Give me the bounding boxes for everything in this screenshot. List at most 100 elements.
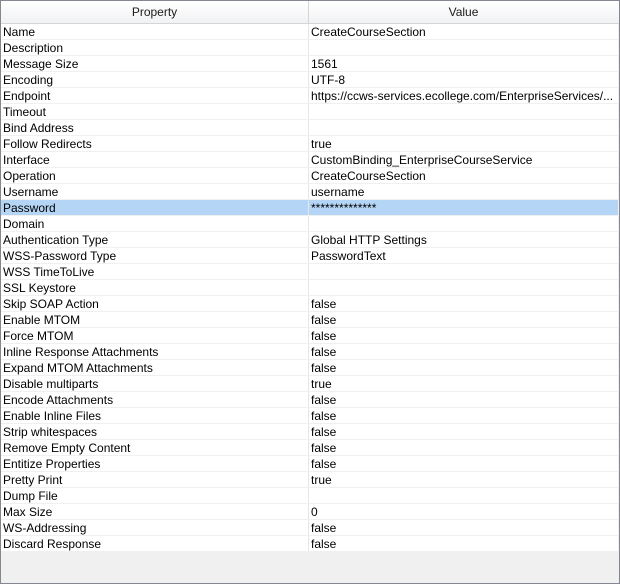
table-row[interactable]: Pretty Print true [1,472,618,488]
table-row[interactable]: Entitize Properties false [1,456,618,472]
table-row[interactable]: Message Size 1561 [1,56,618,72]
table-row[interactable]: SSL Keystore [1,280,618,296]
property-value-cell[interactable] [311,104,614,119]
table-row[interactable]: Username username [1,184,618,200]
property-name-cell[interactable]: Remove Empty Content [3,440,306,455]
property-name-cell[interactable]: Enable Inline Files [3,408,306,423]
property-value-cell[interactable]: CreateCourseSection [311,24,614,39]
table-row[interactable]: Discard Response false [1,536,618,552]
property-value-cell[interactable]: false [311,520,614,535]
table-row[interactable]: Domain [1,216,618,232]
property-name-cell[interactable]: Pretty Print [3,472,306,487]
table-row[interactable]: Authentication Type Global HTTP Settings [1,232,618,248]
property-value-cell[interactable]: Global HTTP Settings [311,232,614,247]
property-name-cell[interactable]: Strip whitespaces [3,424,306,439]
table-row[interactable]: Follow Redirects true [1,136,618,152]
table-row[interactable]: Name CreateCourseSection [1,24,618,40]
property-value-cell[interactable]: false [311,440,614,455]
table-row[interactable]: Endpoint https://ccws-services.ecollege.c… [1,88,618,104]
property-name-cell[interactable]: Enable MTOM [3,312,306,327]
property-value-cell[interactable] [311,488,614,503]
property-value-cell[interactable]: true [311,376,614,391]
property-name-cell[interactable]: Username [3,184,306,199]
table-row[interactable]: Dump File [1,488,618,504]
property-name-cell[interactable]: Description [3,40,306,55]
table-row[interactable]: Timeout [1,104,618,120]
property-name-cell[interactable]: Dump File [3,488,306,503]
table-row[interactable]: WS-Addressing false [1,520,618,536]
property-name-cell[interactable]: WSS-Password Type [3,248,306,263]
property-name-cell[interactable]: Message Size [3,56,306,71]
property-value-cell[interactable]: 1561 [311,56,614,71]
property-name-cell[interactable]: WS-Addressing [3,520,306,535]
property-name-cell[interactable]: Expand MTOM Attachments [3,360,306,375]
table-row[interactable]: Remove Empty Content false [1,440,618,456]
property-value-cell[interactable]: false [311,360,614,375]
property-value-cell[interactable]: false [311,328,614,343]
property-name-cell[interactable]: Operation [3,168,306,183]
property-name-cell[interactable]: Encode Attachments [3,392,306,407]
property-name-cell[interactable]: SSL Keystore [3,280,306,295]
property-value-cell[interactable] [311,40,614,55]
table-row[interactable]: Enable MTOM false [1,312,618,328]
table-row[interactable]: Description [1,40,618,56]
property-value-cell[interactable]: ************** [311,200,614,215]
property-value-cell[interactable]: false [311,392,614,407]
property-value-cell[interactable]: true [311,472,614,487]
property-value-cell[interactable]: false [311,344,614,359]
property-value-cell[interactable]: false [311,296,614,311]
table-row[interactable]: Inline Response Attachments false [1,344,618,360]
column-header-property[interactable]: Property [1,1,309,23]
property-value-cell[interactable]: PasswordText [311,248,614,263]
property-name-cell[interactable]: Inline Response Attachments [3,344,306,359]
property-value-cell[interactable]: false [311,408,614,423]
property-name-cell[interactable]: Authentication Type [3,232,306,247]
property-name-cell[interactable]: Discard Response [3,536,306,551]
property-value-cell[interactable]: CustomBinding_EnterpriseCourseService [311,152,614,167]
property-value-cell[interactable] [311,216,614,231]
property-value-cell[interactable]: false [311,424,614,439]
property-name-cell[interactable]: Password [3,200,306,215]
property-name-cell[interactable]: Encoding [3,72,306,87]
property-value-cell[interactable]: CreateCourseSection [311,168,614,183]
table-row[interactable]: WSS TimeToLive [1,264,618,280]
table-row[interactable]: Interface CustomBinding_EnterpriseCourseS… [1,152,618,168]
table-row[interactable]: WSS-Password Type PasswordText [1,248,618,264]
property-value-cell[interactable]: https://ccws-services.ecollege.com/Enter… [311,88,614,103]
property-value-cell[interactable]: 0 [311,504,614,519]
property-name-cell[interactable]: Name [3,24,306,39]
property-value-cell[interactable]: false [311,536,614,551]
property-name-cell[interactable]: Endpoint [3,88,306,103]
table-row[interactable]: Expand MTOM Attachments false [1,360,618,376]
property-name-cell[interactable]: Max Size [3,504,306,519]
property-value-cell[interactable] [311,264,614,279]
table-row[interactable]: Password ************** [1,200,618,216]
table-row[interactable]: Bind Address [1,120,618,136]
property-value-cell[interactable]: false [311,312,614,327]
table-row[interactable]: Enable Inline Files false [1,408,618,424]
property-value-cell[interactable] [311,120,614,135]
property-name-cell[interactable]: Entitize Properties [3,456,306,471]
property-value-cell[interactable] [311,280,614,295]
property-name-cell[interactable]: Timeout [3,104,306,119]
table-row[interactable]: Max Size 0 [1,504,618,520]
property-value-cell[interactable]: UTF-8 [311,72,614,87]
table-row[interactable]: Encode Attachments false [1,392,618,408]
table-row[interactable]: Strip whitespaces false [1,424,618,440]
property-name-cell[interactable]: Bind Address [3,120,306,135]
property-value-cell[interactable]: username [311,184,614,199]
table-row[interactable]: Operation CreateCourseSection [1,168,618,184]
property-name-cell[interactable]: Skip SOAP Action [3,296,306,311]
table-row[interactable]: Force MTOM false [1,328,618,344]
property-value-cell[interactable]: true [311,136,614,151]
property-name-cell[interactable]: WSS TimeToLive [3,264,306,279]
column-header-value[interactable]: Value [309,1,618,23]
table-row[interactable]: Encoding UTF-8 [1,72,618,88]
property-name-cell[interactable]: Follow Redirects [3,136,306,151]
table-row[interactable]: Disable multiparts true [1,376,618,392]
table-row[interactable]: Skip SOAP Action false [1,296,618,312]
property-name-cell[interactable]: Force MTOM [3,328,306,343]
property-name-cell[interactable]: Disable multiparts [3,376,306,391]
property-name-cell[interactable]: Domain [3,216,306,231]
property-name-cell[interactable]: Interface [3,152,306,167]
